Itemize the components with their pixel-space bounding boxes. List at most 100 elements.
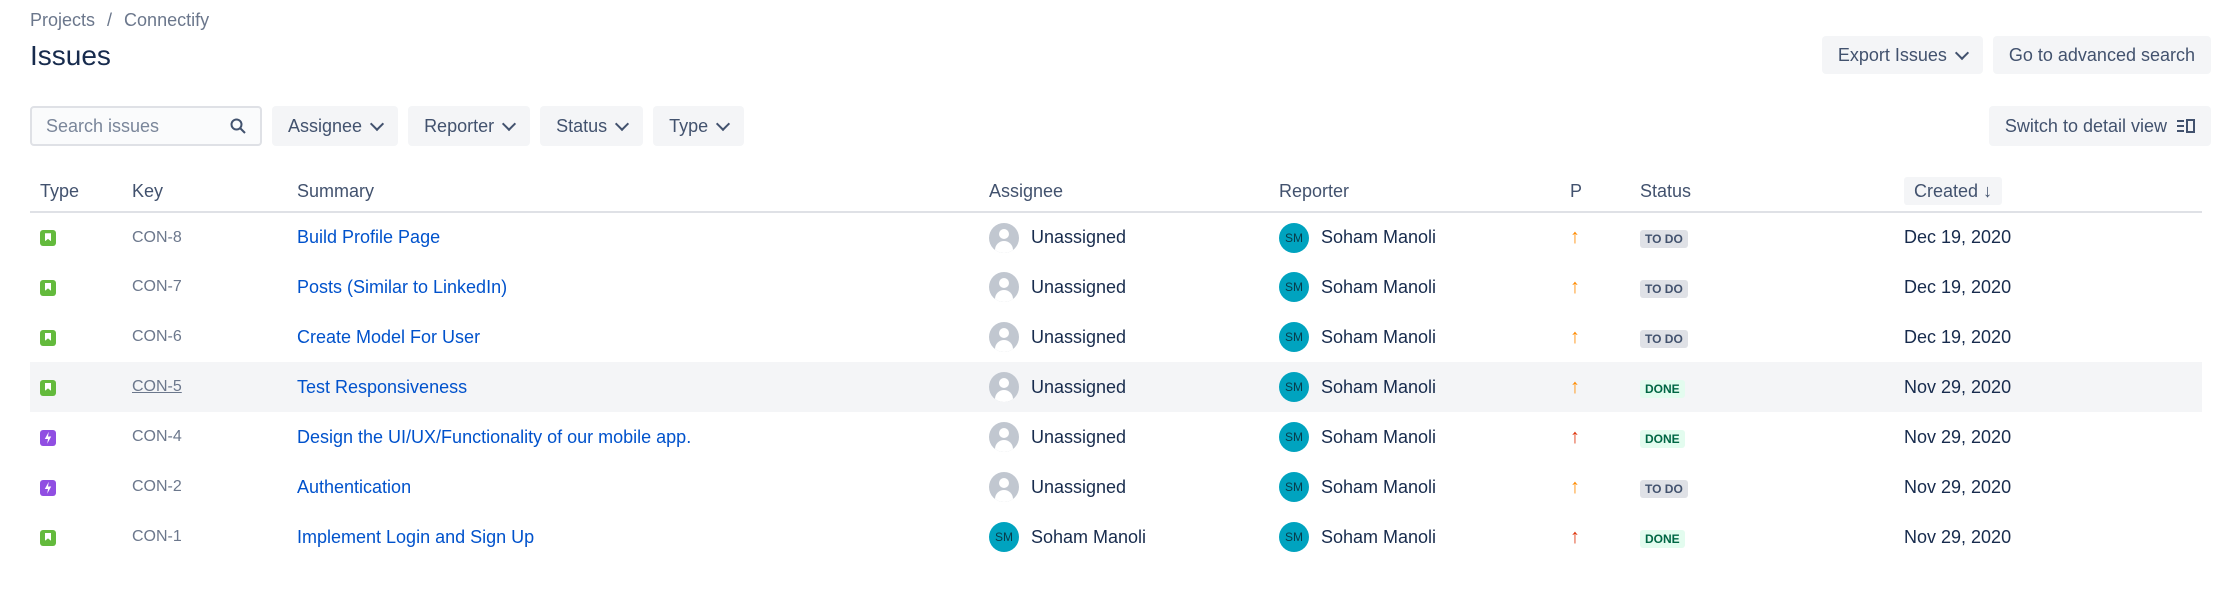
search-input[interactable] [46, 115, 216, 137]
priority-arrow-icon: ↑ [1570, 375, 1580, 398]
column-header-reporter[interactable]: Reporter [1269, 172, 1560, 213]
status-cell: TO DO [1630, 312, 1894, 362]
status-filter-label: Status [556, 115, 608, 136]
created-date: Nov 29, 2020 [1904, 426, 2012, 447]
reporter-name: Soham Manoli [1321, 276, 1437, 297]
unassigned-avatar-icon [989, 272, 1019, 302]
reporter-cell: SM Soham Manoli [1269, 312, 1560, 362]
table-row[interactable]: CON-7 Posts (Similar to LinkedIn) Unassi… [30, 262, 2202, 312]
column-header-created[interactable]: Created ↓ [1894, 172, 2202, 213]
status-cell: DONE [1630, 412, 1894, 462]
advanced-search-button[interactable]: Go to advanced search [1992, 36, 2211, 74]
assignee-cell: SM Soham Manoli [979, 512, 1269, 562]
issue-key-link[interactable]: CON-7 [122, 262, 287, 312]
unassigned-avatar-icon [989, 322, 1019, 352]
breadcrumb-projects-link[interactable]: Projects [30, 10, 95, 30]
priority-cell: ↑ [1560, 412, 1630, 462]
reporter-filter[interactable]: Reporter [408, 106, 531, 146]
issue-summary-link[interactable]: Posts (Similar to LinkedIn) [287, 262, 979, 312]
switch-detail-view-label: Switch to detail view [2004, 115, 2167, 136]
type-cell [30, 212, 122, 262]
reporter-name: Soham Manoli [1321, 227, 1437, 247]
filter-bar: Assignee Reporter Status Type [30, 106, 745, 146]
issue-key-link[interactable]: CON-5 [122, 362, 287, 412]
type-cell [30, 362, 122, 412]
chevron-down-icon [1954, 45, 1969, 60]
assignee-cell: Unassigned [979, 212, 1269, 262]
table-header-row: Type Key Summary Assignee Reporter P Sta… [30, 172, 2202, 213]
chevron-down-icon [369, 116, 385, 131]
assignee-filter[interactable]: Assignee [272, 106, 399, 146]
created-date: Nov 29, 2020 [1894, 362, 2202, 412]
issue-summary-link[interactable]: Test Responsiveness [287, 362, 979, 412]
priority-cell: ↑ [1560, 312, 1630, 362]
assignee-filter-label: Assignee [288, 115, 363, 136]
status-cell: TO DO [1630, 262, 1894, 312]
column-header-status[interactable]: Status [1630, 172, 1894, 213]
epic-icon [40, 429, 56, 446]
story-icon [40, 379, 56, 396]
priority-arrow-icon: ↑ [1570, 425, 1580, 448]
type-filter[interactable]: Type [653, 106, 745, 146]
status-cell: DONE [1630, 512, 1894, 562]
avatar: SM [1279, 522, 1309, 552]
issue-key-link[interactable]: CON-8 [122, 212, 287, 262]
story-icon [40, 529, 56, 546]
search-icon[interactable] [230, 118, 246, 134]
issue-summary-link[interactable]: Authentication [287, 462, 979, 512]
table-row[interactable]: CON-6 Create Model For User Unassigned S… [30, 312, 2202, 362]
column-header-assignee[interactable]: Assignee [979, 172, 1269, 213]
status-filter[interactable]: Status [540, 106, 644, 146]
switch-detail-view-button[interactable]: Switch to detail view [1988, 106, 2211, 146]
table-row[interactable]: CON-8 Build Profile Page Unassigned SM So… [30, 212, 2202, 262]
avatar: SM [989, 522, 1019, 552]
table-row[interactable]: CON-4 Design the UI/UX/Functionality of … [30, 412, 2202, 462]
assignee-name: Unassigned [1031, 376, 1127, 397]
issue-key-link[interactable]: CON-4 [122, 412, 287, 462]
issue-summary-link[interactable]: Implement Login and Sign Up [287, 512, 979, 562]
issue-summary-link[interactable]: Design the UI/UX/Functionality of our mo… [287, 412, 979, 462]
table-row[interactable]: CON-2 Authentication Unassigned SM Soham … [30, 462, 2202, 512]
assignee-cell: Unassigned [979, 362, 1269, 412]
assignee-name: Unassigned [1031, 426, 1127, 447]
assignee-name: Unassigned [1031, 276, 1127, 297]
avatar: SM [1279, 272, 1309, 302]
table-row[interactable]: CON-5 Test Responsiveness Unassigned SM S… [30, 362, 2202, 412]
avatar: SM [1279, 422, 1309, 452]
top-actions: Export Issues Go to advanced search [1821, 36, 2211, 74]
priority-arrow-icon: ↑ [1570, 226, 1580, 248]
column-header-priority[interactable]: P [1560, 172, 1630, 213]
issue-key-link[interactable]: CON-2 [122, 462, 287, 512]
breadcrumb-project-link[interactable]: Connectify [124, 10, 209, 30]
priority-arrow-icon: ↑ [1570, 275, 1580, 298]
column-header-summary[interactable]: Summary [287, 172, 979, 213]
created-date: Nov 29, 2020 [1904, 526, 2012, 547]
priority-arrow-icon: ↑ [1570, 475, 1580, 498]
created-sort-control[interactable]: Created ↓ [1904, 177, 2003, 205]
created-date: Nov 29, 2020 [1904, 476, 2012, 497]
column-header-type[interactable]: Type [30, 172, 122, 213]
export-issues-button[interactable]: Export Issues [1821, 36, 1983, 74]
breadcrumb: Projects / Connectify [30, 10, 209, 31]
reporter-cell: SM Soham Manoli [1269, 362, 1560, 412]
priority-arrow-icon: ↑ [1570, 525, 1580, 548]
issue-summary-link[interactable]: Create Model For User [287, 312, 979, 362]
assignee-name: Unassigned [1031, 476, 1127, 497]
breadcrumb-separator: / [107, 10, 113, 30]
status-badge: DONE [1640, 529, 1685, 548]
type-cell [30, 512, 122, 562]
status-badge: TO DO [1640, 329, 1688, 348]
type-cell [30, 412, 122, 462]
status-cell: DONE [1630, 362, 1894, 412]
issue-key-link[interactable]: CON-6 [122, 312, 287, 362]
reporter-name: Soham Manoli [1321, 476, 1437, 497]
sort-arrow-icon: ↓ [1983, 181, 1993, 201]
reporter-cell: SM Soham Manoli [1269, 462, 1560, 512]
priority-cell: ↑ [1560, 462, 1630, 512]
issue-key-link[interactable]: CON-1 [122, 512, 287, 562]
column-header-key[interactable]: Key [122, 172, 287, 213]
priority-arrow-icon: ↑ [1570, 325, 1580, 348]
issue-summary-link[interactable]: Build Profile Page [287, 212, 979, 262]
table-row[interactable]: CON-1 Implement Login and Sign Up SM Soha… [30, 512, 2202, 562]
assignee-cell: Unassigned [979, 412, 1269, 462]
